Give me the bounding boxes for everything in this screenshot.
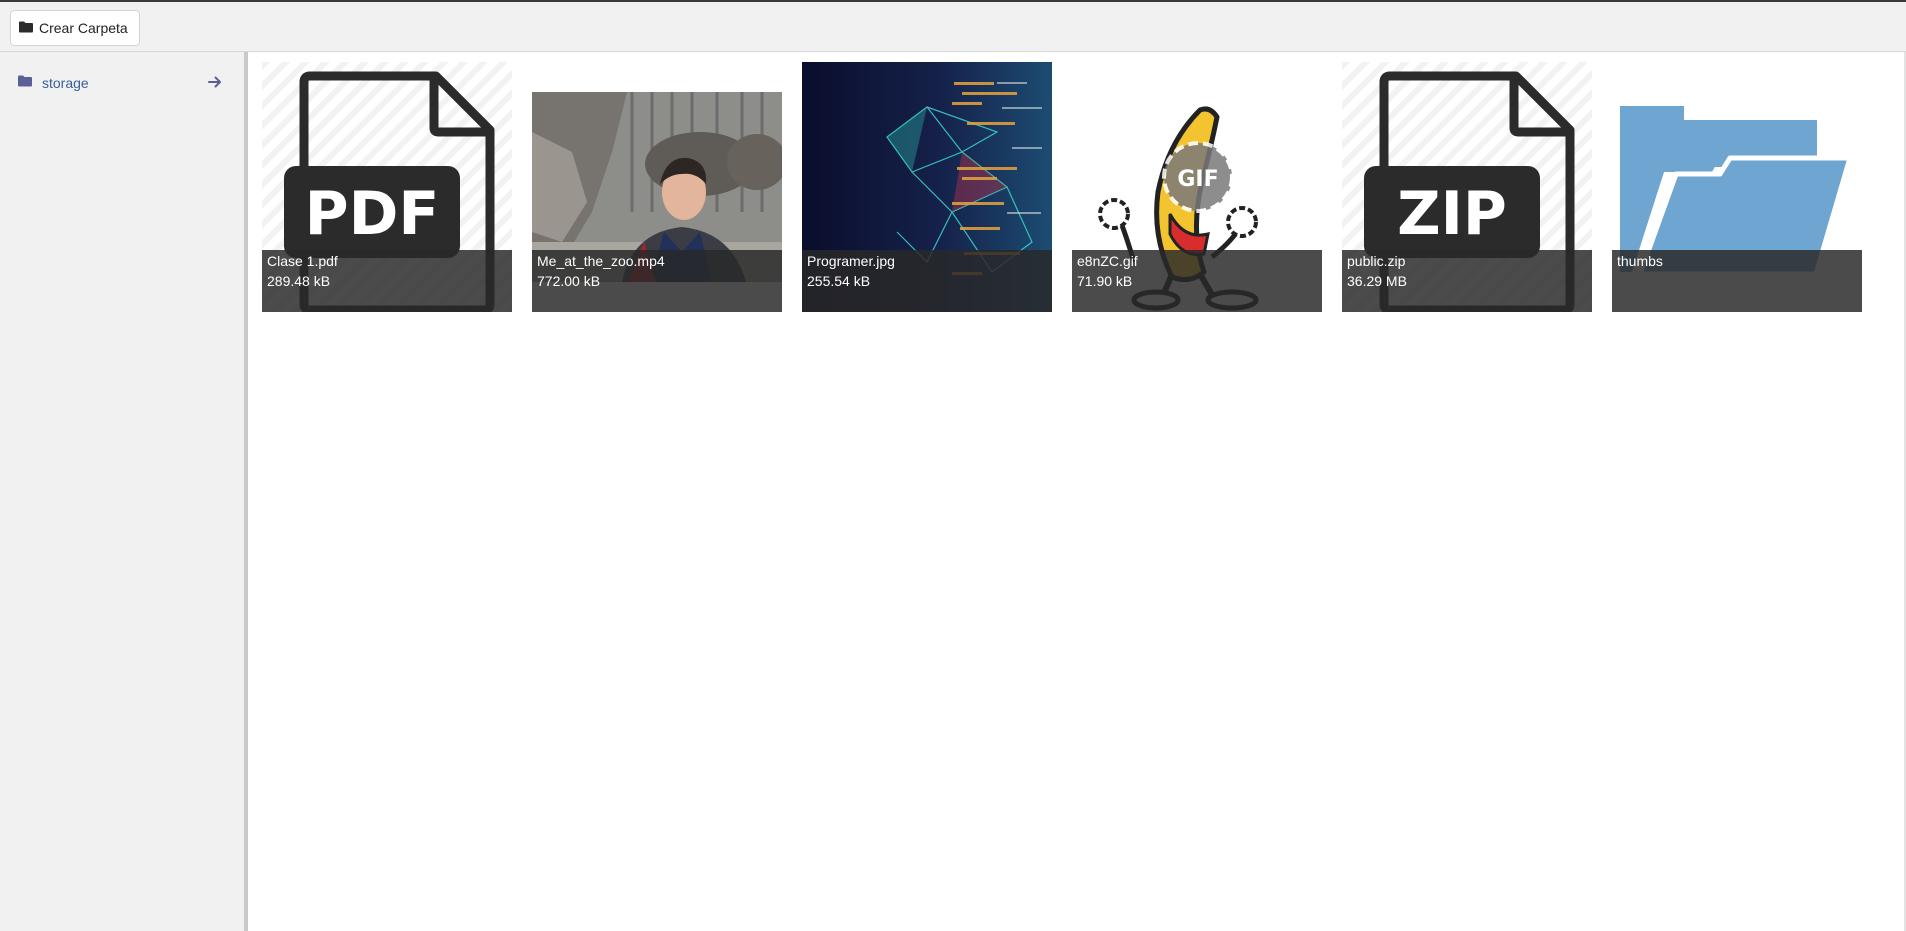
file-caption: public.zip 36.29 MB — [1342, 250, 1592, 312]
file-size: 255.54 kB — [807, 273, 871, 289]
file-size: 71.90 kB — [1077, 273, 1133, 289]
gif-thumb-text: GIF — [1177, 167, 1218, 192]
sidebar-item-label: storage — [42, 75, 89, 91]
file-grid-panel: PDF Clase 1.pdf 289.48 kB Me_at_the_zoo.… — [248, 52, 1902, 931]
create-folder-button[interactable]: Crear Carpeta — [10, 10, 140, 46]
file-caption: Me_at_the_zoo.mp4 772.00 kB — [532, 250, 782, 312]
file-name: Me_at_the_zoo.mp4 — [537, 253, 665, 269]
sidebar-item-storage[interactable]: storage — [18, 70, 224, 96]
file-tile-zip[interactable]: ZIP public.zip 36.29 MB — [1342, 62, 1592, 312]
file-caption: thumbs — [1612, 250, 1862, 312]
toolbar: Crear Carpeta — [0, 0, 1906, 52]
arrow-right-icon[interactable] — [208, 75, 222, 94]
file-name: e8nZC.gif — [1077, 253, 1138, 269]
zip-thumb-text: ZIP — [1397, 179, 1507, 249]
folder-name: thumbs — [1617, 253, 1663, 269]
folder-icon — [18, 74, 32, 92]
pdf-thumb-text: PDF — [305, 179, 440, 249]
folder-tile[interactable]: thumbs — [1612, 62, 1862, 312]
file-tile-gif[interactable]: GIF e8nZC.gif 71.90 kB — [1072, 62, 1322, 312]
file-tile-image[interactable]: Programer.jpg 255.54 kB — [802, 62, 1052, 312]
file-name: public.zip — [1347, 253, 1406, 269]
file-name: Clase 1.pdf — [267, 253, 338, 269]
folder-icon — [19, 20, 33, 36]
sidebar: storage — [0, 52, 244, 931]
file-caption: Programer.jpg 255.54 kB — [802, 250, 1052, 312]
file-size: 36.29 MB — [1347, 273, 1407, 289]
file-caption: e8nZC.gif 71.90 kB — [1072, 250, 1322, 312]
file-size: 289.48 kB — [267, 273, 331, 289]
file-name: Programer.jpg — [807, 253, 895, 269]
file-tile-pdf[interactable]: PDF Clase 1.pdf 289.48 kB — [262, 62, 512, 312]
create-folder-label: Crear Carpeta — [39, 20, 128, 36]
file-size: 772.00 kB — [537, 273, 601, 289]
file-caption: Clase 1.pdf 289.48 kB — [262, 250, 512, 312]
file-tile-video[interactable]: Me_at_the_zoo.mp4 772.00 kB — [532, 62, 782, 312]
